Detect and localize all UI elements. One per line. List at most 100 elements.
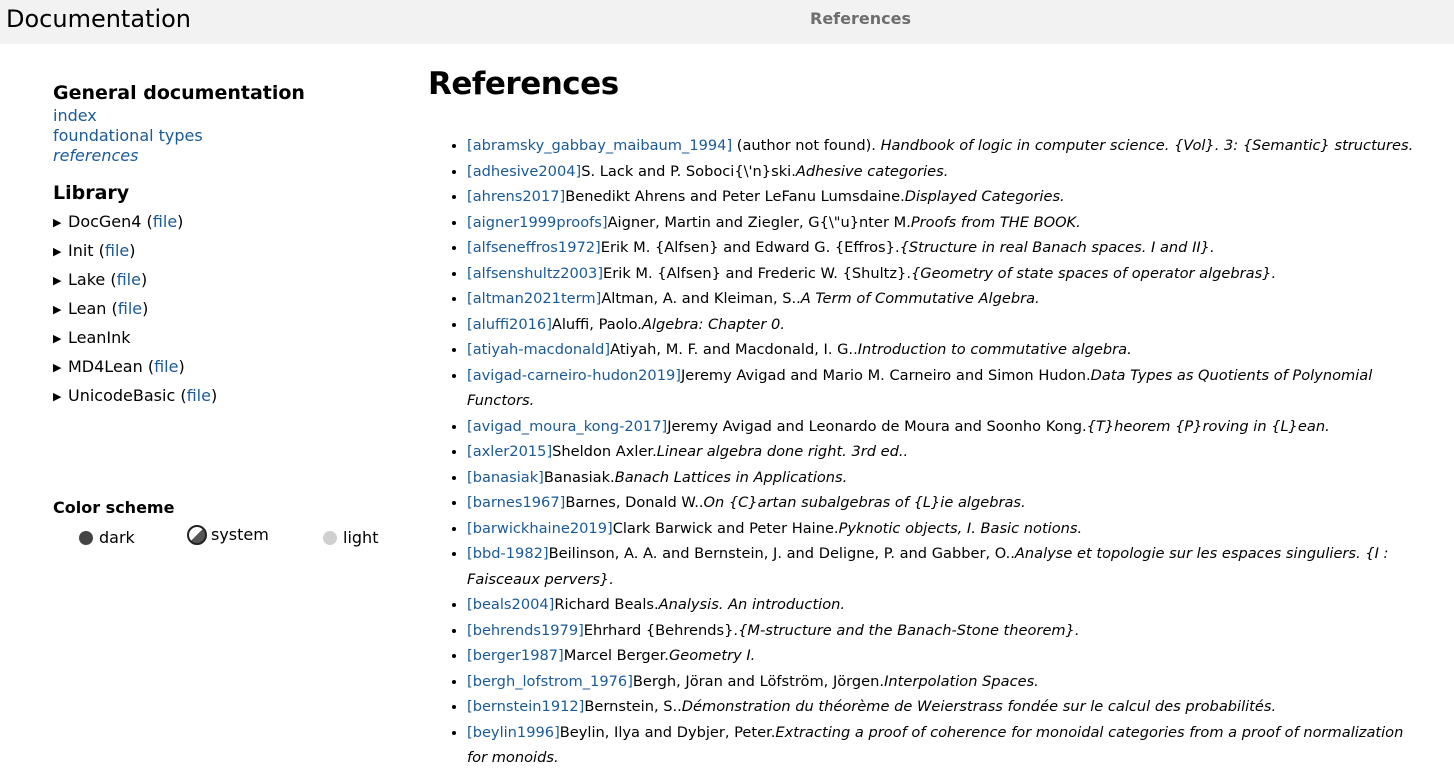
reference-key-link[interactable]: [aluffi2016] (467, 316, 552, 333)
reference-item: [bergh_lofstrom_1976]Bergh, Jöran and Lö… (467, 669, 1428, 695)
expand-triangle-icon[interactable]: ▶ (53, 358, 68, 378)
reference-authors: Sheldon Axler. (552, 443, 657, 460)
page-header: Documentation References (0, 0, 1454, 44)
reference-key-link[interactable]: [barnes1967] (467, 494, 565, 511)
library-item-lean[interactable]: ▶ Lean (file) (53, 299, 403, 328)
reference-key-link[interactable]: [avigad-carneiro-hudon2019] (467, 367, 681, 384)
reference-authors: Aluffi, Paolo. (551, 315, 642, 333)
scheme-label-dark[interactable]: dark (99, 528, 135, 547)
library-name[interactable]: Init (68, 241, 94, 260)
reference-item: [berger1987]Marcel Berger.Geometry I. (467, 643, 1428, 669)
library-item-init[interactable]: ▶ Init (file) (53, 241, 403, 270)
reference-item: [altman2021term]Altman, A. and Kleiman, … (467, 286, 1428, 312)
library-name[interactable]: Lean (68, 299, 106, 318)
nav-link-foundational-types[interactable]: foundational types (53, 126, 403, 146)
reference-key-link[interactable]: [bernstein1912] (467, 698, 584, 715)
scheme-label-light[interactable]: light (343, 528, 378, 547)
reference-key-link[interactable]: [bergh_lofstrom_1976] (467, 673, 633, 690)
reference-title: {Geometry of state spaces of operator al… (910, 264, 1277, 282)
current-page-title: References (810, 9, 911, 28)
reference-item: [beals2004]Richard Beals.Analysis. An in… (467, 592, 1428, 618)
library-name[interactable]: Lake (68, 270, 105, 289)
library-file-link[interactable]: file (118, 299, 142, 318)
reference-key-link[interactable]: [adhesive2004] (467, 163, 581, 180)
nav-link-references[interactable]: references (53, 146, 403, 166)
reference-authors: Benedikt Ahrens and Peter LeFanu Lumsdai… (565, 188, 905, 205)
reference-key-link[interactable]: [barwickhaine2019] (467, 520, 613, 537)
library-file-link[interactable]: file (153, 212, 177, 231)
system-radio-icon[interactable] (187, 525, 207, 545)
scheme-option-light[interactable]: light (323, 528, 378, 547)
reference-title: A Term of Commutative Algebra. (800, 290, 1040, 307)
reference-authors: Erik M. {Alfsen} and Edward G. {Effros}. (600, 239, 900, 256)
library-item-md4lean[interactable]: ▶ MD4Lean (file) (53, 357, 403, 386)
main-content: References [abramsky_gabbay_maibaum_1994… (428, 62, 1428, 771)
reference-title: Analysis. An introduction. (658, 596, 846, 613)
reference-item: [bernstein1912]Bernstein, S..Démonstrati… (467, 694, 1428, 720)
reference-item: [behrends1979]Ehrhard {Behrends}.{M-stru… (467, 618, 1428, 644)
reference-key-link[interactable]: [axler2015] (467, 443, 552, 460)
reference-key-link[interactable]: [atiyah-macdonald] (467, 341, 610, 358)
reference-key-link[interactable]: [behrends1979] (467, 622, 584, 639)
reference-item: [bbd-1982]Beilinson, A. A. and Bernstein… (467, 541, 1428, 592)
library-file-link[interactable]: file (154, 357, 178, 376)
expand-triangle-icon[interactable]: ▶ (53, 329, 68, 349)
color-scheme-heading: Color scheme (53, 498, 175, 517)
references-list: [abramsky_gabbay_maibaum_1994] (author n… (428, 133, 1428, 771)
reference-key-link[interactable]: [beals2004] (467, 596, 554, 613)
library-item-unicodebasic[interactable]: ▶ UnicodeBasic (file) (53, 386, 403, 415)
reference-authors: Bergh, Jöran and Löfström, Jörgen. (632, 672, 885, 690)
reference-title: Démonstration du théorème de Weierstrass… (681, 698, 1277, 715)
library-file-link[interactable]: file (105, 241, 129, 260)
reference-title: Displayed Categories. (904, 188, 1065, 205)
reference-key-link[interactable]: [berger1987] (467, 647, 564, 664)
light-radio-icon[interactable] (323, 531, 337, 545)
library-item-docgen4[interactable]: ▶ DocGen4 (file) (53, 212, 403, 241)
reference-key-link[interactable]: [banasiak] (467, 469, 544, 486)
reference-key-link[interactable]: [aigner1999proofs] (467, 214, 608, 231)
reference-key-link[interactable]: [alfseneffros1972] (467, 239, 601, 256)
library-name[interactable]: DocGen4 (68, 212, 141, 231)
reference-key-link[interactable]: [ahrens2017] (467, 188, 565, 205)
library-name[interactable]: UnicodeBasic (68, 386, 175, 405)
reference-authors: Barnes, Donald W.. (565, 494, 704, 511)
reference-authors: Atiyah, M. F. and Macdonald, I. G.. (610, 341, 858, 358)
library-heading: Library (53, 182, 130, 204)
reference-key-link[interactable]: [avigad_moura_kong-2017] (467, 418, 667, 435)
reference-key-link[interactable]: [alfsenshultz2003] (467, 265, 603, 282)
page-title: References (428, 66, 619, 102)
reference-key-link[interactable]: [abramsky_gabbay_maibaum_1994] (467, 137, 732, 154)
reference-item: [beylin1996]Beylin, Ilya and Dybjer, Pet… (467, 720, 1428, 771)
expand-triangle-icon[interactable]: ▶ (53, 271, 68, 291)
nav-link-index[interactable]: index (53, 106, 403, 126)
library-item-lake[interactable]: ▶ Lake (file) (53, 270, 403, 299)
reference-item: [ahrens2017]Benedikt Ahrens and Peter Le… (467, 184, 1428, 210)
reference-key-link[interactable]: [altman2021term] (467, 290, 601, 307)
reference-authors: Banasiak. (543, 468, 615, 486)
reference-title: On {C}artan subalgebras of {L}ie algebra… (703, 494, 1026, 511)
reference-authors: Jeremy Avigad and Leonardo de Moura and … (667, 417, 1087, 435)
library-file-link[interactable]: file (117, 270, 141, 289)
expand-triangle-icon[interactable]: ▶ (53, 300, 68, 320)
expand-triangle-icon[interactable]: ▶ (53, 387, 68, 407)
reference-item: [abramsky_gabbay_maibaum_1994] (author n… (467, 133, 1428, 159)
reference-item: [aluffi2016]Aluffi, Paolo.Algebra: Chapt… (467, 312, 1428, 338)
library-name[interactable]: LeanInk (68, 328, 131, 347)
expand-triangle-icon[interactable]: ▶ (53, 242, 68, 262)
scheme-label-system[interactable]: system (211, 525, 269, 544)
dark-radio-icon[interactable] (79, 531, 93, 545)
expand-triangle-icon[interactable]: ▶ (53, 213, 68, 233)
reference-item: [barwickhaine2019]Clark Barwick and Pete… (467, 516, 1428, 542)
color-scheme-options: dark system light (53, 524, 413, 554)
scheme-option-system[interactable]: system (187, 525, 269, 545)
color-scheme-picker: Color scheme dark system light (53, 498, 413, 554)
library-item-leanink[interactable]: ▶ LeanInk (53, 328, 403, 357)
site-title[interactable]: Documentation (6, 3, 191, 35)
library-list: ▶ DocGen4 (file) ▶ Init (file) ▶ Lake (file… (53, 212, 403, 415)
reference-key-link[interactable]: [bbd-1982] (467, 545, 549, 562)
library-file-link[interactable]: file (187, 386, 211, 405)
reference-authors: Jeremy Avigad and Mario M. Carneiro and … (680, 366, 1091, 384)
reference-key-link[interactable]: [beylin1996] (467, 724, 560, 741)
library-name[interactable]: MD4Lean (68, 357, 143, 376)
scheme-option-dark[interactable]: dark (79, 528, 135, 547)
